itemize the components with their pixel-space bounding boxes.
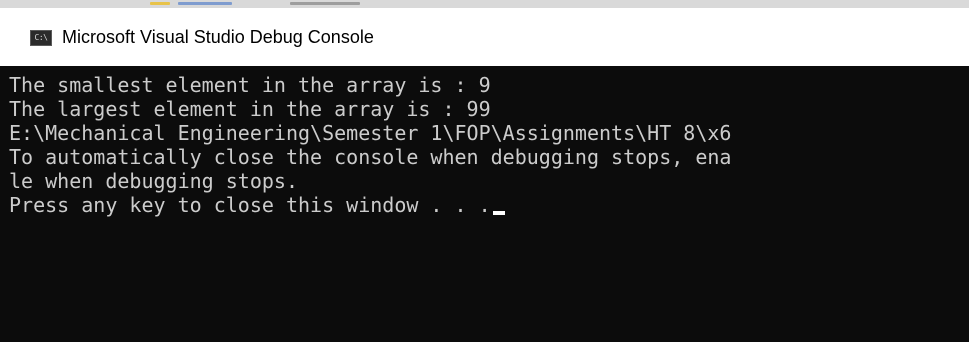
debug-console-window: C:\ Microsoft Visual Studio Debug Consol… [0,0,969,342]
press-any-key-text: Press any key to close this window . . . [9,193,491,217]
console-lines: The smallest element in the array is : 9… [9,73,731,217]
console-line-smallest: The smallest element in the array is : 9 [9,73,491,97]
text-cursor [492,211,505,215]
console-line-exit-path: E:\Mechanical Engineering\Semester 1\FOP… [9,121,732,145]
console-line-largest: The largest element in the array is : 99 [9,97,491,121]
title-bar[interactable]: C:\ Microsoft Visual Studio Debug Consol… [0,8,969,66]
console-line-press-any-key: Press any key to close this window . . . [9,193,731,217]
window-title: Microsoft Visual Studio Debug Console [62,27,374,47]
background-window-edge [0,0,969,8]
console-output-area[interactable]: The smallest element in the array is : 9… [0,66,969,342]
console-line-auto-close-info-cont: le when debugging stops. [9,169,298,193]
console-line-auto-close-info: To automatically close the console when … [9,145,732,169]
console-app-icon: C:\ [30,30,52,46]
